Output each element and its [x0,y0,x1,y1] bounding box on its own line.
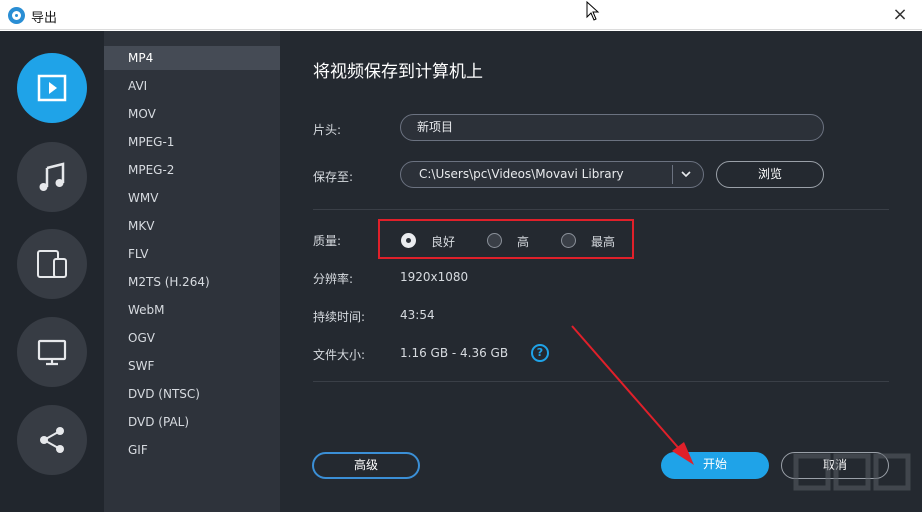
monitor-icon [37,339,67,366]
quality-best-radio[interactable] [561,233,576,248]
duration-label: 持续时间: [313,310,366,324]
format-item[interactable]: M2TS (H.264) [104,270,280,294]
quality-label: 质量: [313,234,342,248]
rail-share-button[interactable] [17,405,87,475]
quality-highlight-box: 良好 高 最高 [378,219,634,259]
resolution-label: 分辨率: [313,272,354,286]
window-title: 导出 [31,11,58,26]
rail-tv-button[interactable] [17,317,87,387]
advanced-button[interactable]: 高级 [312,452,420,479]
resolution-value: 1920x1080 [400,270,469,284]
format-item[interactable]: WebM [104,298,280,322]
title-label: 片头: [313,123,342,137]
title-bar: 导出 × [0,0,922,30]
mouse-cursor-icon [586,1,600,21]
help-icon[interactable]: ? [531,344,549,362]
duration-value: 43:54 [400,308,435,322]
chevron-down-icon[interactable] [681,170,691,178]
save-to-label: 保存至: [313,170,354,184]
save-path-value: C:\Users\pc\Videos\Movavi Library [419,167,624,181]
format-item[interactable]: MOV [104,102,280,126]
format-item[interactable]: DVD (NTSC) [104,382,280,406]
quality-best-label: 最高 [591,235,616,249]
close-button[interactable]: × [890,5,910,25]
divider [313,209,889,210]
format-item[interactable]: MP4 [104,46,280,70]
file-size-label: 文件大小: [313,348,366,362]
format-item[interactable]: MPEG-1 [104,130,280,154]
format-item[interactable]: DVD (PAL) [104,410,280,434]
share-icon [40,427,64,453]
format-item[interactable]: GIF [104,438,280,462]
format-item[interactable]: MKV [104,214,280,238]
format-item[interactable]: MPEG-2 [104,158,280,182]
format-item[interactable]: FLV [104,242,280,266]
format-item[interactable]: OGV [104,326,280,350]
quality-high-label: 高 [517,235,530,249]
app-logo-icon [8,7,25,24]
format-item[interactable]: WMV [104,186,280,210]
quality-good-label: 良好 [431,235,456,249]
save-path-select[interactable]: C:\Users\pc\Videos\Movavi Library [400,161,704,188]
format-list: MP4 AVI MOV MPEG-1 MPEG-2 WMV MKV FLV M2TS (H.26… [104,31,280,512]
divider [313,381,889,382]
watermark-logo-icon [793,453,911,491]
combo-divider [672,165,673,184]
quality-good-radio[interactable] [401,233,416,248]
format-item[interactable]: AVI [104,74,280,98]
rail-audio-button[interactable] [17,142,87,212]
browse-button[interactable]: 浏览 [716,161,824,188]
page-title: 将视频保存到计算机上 [313,62,483,82]
music-note-icon [39,162,65,191]
export-panel: 将视频保存到计算机上 片头: 新项目 保存至: C:\Users\pc\Vide… [280,31,922,512]
title-input[interactable]: 新项目 [400,114,824,141]
quality-high-radio[interactable] [487,233,502,248]
devices-icon [37,250,67,278]
category-rail [0,31,104,512]
file-size-value: 1.16 GB - 4.36 GB [400,346,509,360]
format-item[interactable]: SWF [104,354,280,378]
start-button[interactable]: 开始 [661,452,769,479]
rail-devices-button[interactable] [17,229,87,299]
rail-video-button[interactable] [17,53,87,123]
video-play-icon [37,74,67,102]
